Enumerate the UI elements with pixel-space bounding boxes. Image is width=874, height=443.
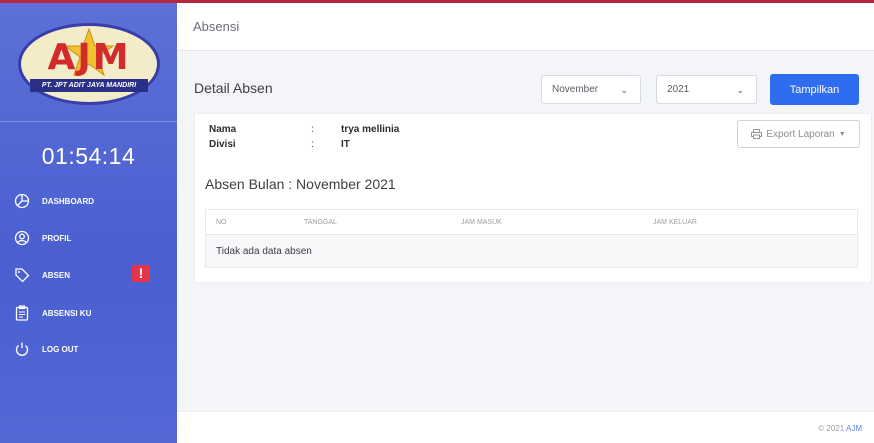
info-colon: : — [311, 139, 314, 150]
column-header: JAM KELUAR — [653, 218, 697, 226]
page-footer: © 2021 AJM — [177, 411, 874, 443]
month-select[interactable]: November ⌄ — [541, 75, 641, 104]
month-select-value: November — [552, 84, 599, 95]
column-header: JAM MASUK — [461, 218, 502, 226]
year-select[interactable]: 2021 ⌄ — [656, 75, 757, 104]
pie-chart-icon — [14, 193, 30, 209]
alert-badge: ! — [132, 265, 150, 282]
clipboard-icon — [15, 305, 29, 321]
detail-title: Detail Absen — [194, 80, 273, 96]
sidebar-item-label: DASHBOARD — [42, 196, 94, 206]
sidebar-item-profil[interactable]: PROFIL — [14, 228, 169, 248]
table-row: Tidak ada data absen — [206, 235, 857, 267]
info-label: Divisi — [209, 139, 236, 150]
power-icon — [15, 342, 29, 356]
brand-link[interactable]: AJM — [846, 424, 862, 433]
copyright-text: © 2021 — [818, 424, 846, 433]
logo-letters: AJM — [47, 37, 131, 78]
absen-card: Nama : trya mellinia Divisi : IT Export … — [194, 113, 872, 283]
sidebar-item-label: ABSENSI KU — [42, 308, 92, 318]
chevron-down-icon: ⌄ — [736, 85, 744, 95]
user-icon — [14, 230, 30, 246]
sidebar-divider — [0, 121, 177, 122]
printer-icon — [751, 129, 763, 139]
sidebar-item-label: PROFIL — [42, 233, 72, 243]
export-report-button[interactable]: Export Laporan ▼ — [737, 120, 860, 148]
sidebar: AJM PT. JPT ADIT JAYA MANDIRI 01:54:14 D… — [0, 3, 177, 443]
empty-message: Tidak ada data absen — [216, 245, 312, 257]
sidebar-item-absensi-ku[interactable]: ABSENSI KU — [14, 303, 169, 323]
year-select-value: 2021 — [667, 84, 690, 95]
sidebar-item-logout[interactable]: LOG OUT — [14, 339, 169, 359]
column-header: NO — [216, 218, 227, 226]
sidebar-item-dashboard[interactable]: DASHBOARD — [14, 191, 169, 211]
logo-subtitle: PT. JPT ADIT JAYA MANDIRI — [30, 79, 148, 92]
absen-table: NO TANGGAL JAM MASUK JAM KELUAR Tidak ad… — [205, 209, 858, 268]
column-header: TANGGAL — [304, 218, 337, 226]
caret-down-icon: ▼ — [838, 130, 846, 138]
sidebar-item-label: ABSEN — [42, 270, 71, 280]
export-button-label: Export Laporan — [766, 128, 835, 140]
info-value: IT — [341, 139, 350, 150]
info-colon: : — [311, 124, 314, 135]
clock: 01:54:14 — [41, 143, 136, 169]
sidebar-item-absen[interactable]: ABSEN ! — [14, 265, 169, 285]
company-logo[interactable]: AJM PT. JPT ADIT JAYA MANDIRI — [18, 23, 160, 105]
page-header: Absensi — [177, 3, 874, 51]
info-label: Nama — [209, 124, 237, 135]
copyright: © 2021 AJM — [818, 424, 862, 433]
sidebar-item-label: LOG OUT — [42, 344, 79, 354]
page-title: Absensi — [193, 19, 240, 34]
tag-icon — [15, 268, 30, 283]
info-value: trya mellinia — [341, 124, 400, 135]
absen-month-title: Absen Bulan : November 2021 — [205, 176, 396, 192]
chevron-down-icon: ⌄ — [620, 85, 628, 95]
table-header-row: NO TANGGAL JAM MASUK JAM KELUAR — [206, 210, 857, 235]
show-button[interactable]: Tampilkan — [770, 74, 859, 105]
